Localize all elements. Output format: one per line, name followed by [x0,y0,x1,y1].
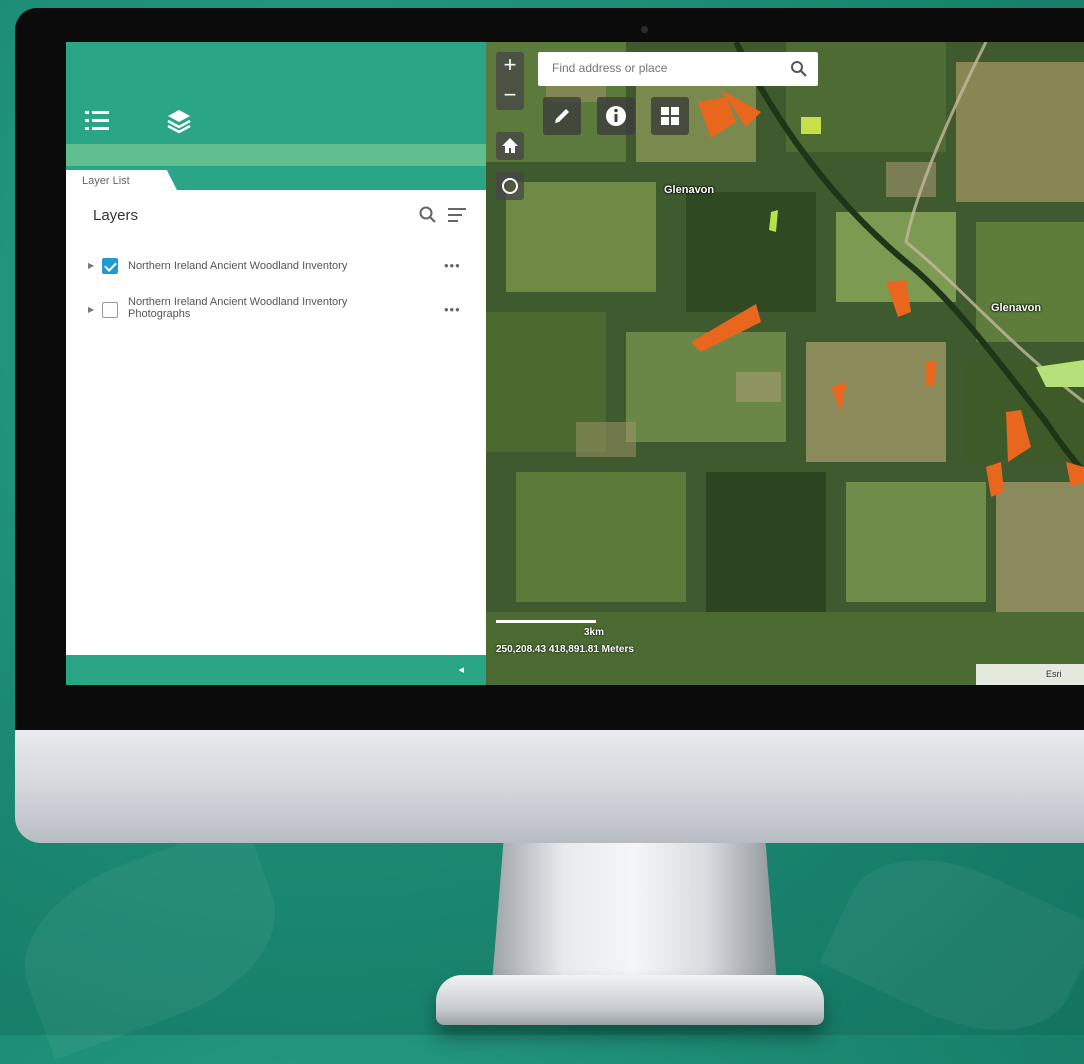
layer-list-icon[interactable] [84,108,110,134]
satellite-imagery [486,42,1084,685]
background-leaf [0,820,300,1060]
search-input[interactable] [550,60,784,76]
zoom-in-button[interactable]: + [496,52,524,80]
layer-item[interactable]: ▶ Northern Ireland Ancient Woodland Inve… [66,294,486,324]
layer-name: Northern Ireland Ancient Woodland Invent… [128,296,348,320]
search-icon[interactable] [419,206,437,224]
expand-caret-icon[interactable]: ▶ [88,305,94,314]
map-search [538,52,818,86]
app-screen: Layer List Layers ▶ Northern Ireland Anc… [66,42,1084,685]
draw-icon [555,109,569,123]
info-button[interactable] [597,97,635,135]
layer-list-panel: Layer List Layers ▶ Northern Ireland Anc… [66,42,486,685]
expand-caret-icon[interactable]: ▶ [88,261,94,270]
info-icon [606,106,626,126]
home-button[interactable] [496,132,524,160]
basemap-gallery-icon [661,107,679,125]
layer-visibility-checkbox[interactable] [102,302,118,318]
zoom-out-button[interactable]: − [496,82,524,110]
locate-icon [502,178,518,194]
tab-layer-list[interactable]: Layer List [66,170,178,192]
monitor-chin [15,730,1084,843]
draw-button[interactable] [543,97,581,135]
place-label: Glenavon [664,184,715,196]
scale-label: 3km [584,627,605,638]
coordinates-readout: 250,208.43 418,891.81 Meters [496,644,634,655]
layers-title: Layers [93,207,139,224]
panel-stripe [66,144,486,166]
basemap-gallery-button[interactable] [651,97,689,135]
layers-icon[interactable] [166,108,192,134]
monitor-base [436,975,824,1025]
scale-bar [496,620,596,623]
collapse-panel-button[interactable]: ◂ [458,663,464,676]
panel-footer: ◂ [66,655,486,685]
layer-name: Northern Ireland Ancient Woodland Invent… [128,260,348,272]
layer-item[interactable]: ▶ Northern Ireland Ancient Woodland Inve… [66,256,486,276]
layer-visibility-checkbox[interactable] [102,258,118,274]
monitor-stand [492,843,777,983]
background-leaf [819,826,1084,1064]
place-label: Glenavon [991,302,1042,314]
locate-button[interactable] [496,172,524,200]
panel-header [66,42,486,144]
map-view[interactable]: + − Find address or place Glenavon Glena… [486,42,1084,685]
map-attribution: Esri [976,664,1084,685]
home-icon [502,138,518,153]
filter-icon[interactable] [446,206,468,224]
camera-icon [641,26,648,33]
layer-options-button[interactable]: ••• [444,302,461,317]
layer-options-button[interactable]: ••• [444,258,461,273]
zoom-control: + − [496,52,524,110]
search-icon[interactable] [790,60,808,78]
